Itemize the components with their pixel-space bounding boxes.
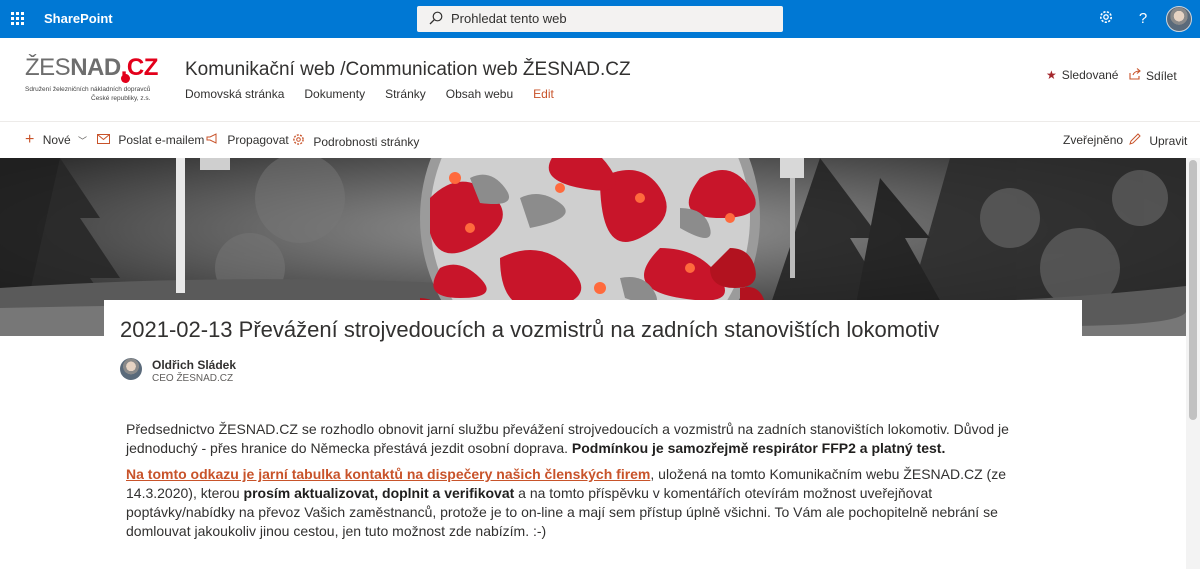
page-details-label: Podrobnosti stránky <box>313 135 420 149</box>
search-box[interactable]: Prohledat tento web <box>417 6 783 32</box>
search-icon <box>429 11 443 25</box>
published-status: Zveřejněno <box>1063 133 1124 147</box>
logo-text-a: ŽES <box>25 54 71 81</box>
nav-item-pages[interactable]: Stránky <box>385 87 426 101</box>
contacts-table-link[interactable]: Na tomto odkazu je jarní tabulka kontakt… <box>126 466 650 482</box>
edit-label: Upravit <box>1149 134 1188 148</box>
nav-edit-link[interactable]: Edit <box>533 87 554 101</box>
suite-bar: SharePoint Prohledat tento web ? <box>0 0 1200 38</box>
nav-item-home[interactable]: Domovská stránka <box>185 87 284 101</box>
follow-label: Sledované <box>1061 68 1119 82</box>
site-logo[interactable]: ŽESNAD.CZ Sdružení železničních nákladní… <box>25 54 175 109</box>
help-icon[interactable]: ? <box>1133 9 1153 29</box>
nav-item-documents[interactable]: Dokumenty <box>304 87 365 101</box>
new-button[interactable]: + Nové ﹀ <box>25 131 88 148</box>
page-details-button[interactable]: Podrobnosti stránky <box>292 133 419 149</box>
nav-item-site-contents[interactable]: Obsah webu <box>446 87 513 101</box>
sharepoint-brand[interactable]: SharePoint <box>44 11 113 26</box>
new-label: Nové <box>42 133 71 147</box>
send-email-button[interactable]: Poslat e-mailem <box>97 133 204 147</box>
logo-text-b: NAD <box>70 54 121 81</box>
gear-icon[interactable] <box>1096 9 1116 31</box>
send-email-label: Poslat e-mailem <box>118 133 205 147</box>
plus-icon: + <box>25 131 35 148</box>
settings-icon <box>292 134 308 149</box>
paragraph-1: Předsednictvo ŽESNAD.CZ se rozhodlo obno… <box>126 420 1026 458</box>
article-title: 2021-02-13 Převážení strojvedoucích a vo… <box>120 317 940 342</box>
share-button[interactable]: Sdílet <box>1129 68 1177 83</box>
app-launcher-icon[interactable] <box>11 12 25 26</box>
command-bar: + Nové ﹀ Poslat e-mailem Propagovat Podr… <box>0 122 1200 158</box>
site-header: ŽESNAD.CZ Sdružení železničních nákladní… <box>0 38 1200 122</box>
article-body: Předsednictvo ŽESNAD.CZ se rozhodlo obno… <box>126 420 1026 548</box>
share-icon <box>1129 68 1141 83</box>
author-name[interactable]: Oldřich Sládek <box>152 358 236 372</box>
logo-subtitle-2: České republiky, z.s. <box>91 95 151 102</box>
chevron-down-icon: ﹀ <box>78 136 88 146</box>
promote-label: Propagovat <box>227 133 289 147</box>
scrollbar-thumb[interactable] <box>1189 160 1197 420</box>
paragraph-2-bold: prosím aktualizovat, doplnit a verifikov… <box>243 485 515 501</box>
megaphone-icon <box>206 133 222 147</box>
logo-dot <box>121 74 130 83</box>
pencil-icon <box>1129 133 1144 148</box>
search-placeholder[interactable]: Prohledat tento web <box>451 11 567 26</box>
site-title[interactable]: Komunikační web /Communication web ŽESNA… <box>185 59 631 81</box>
user-avatar[interactable] <box>1166 6 1192 32</box>
paragraph-2: Na tomto odkazu je jarní tabulka kontakt… <box>126 465 1026 541</box>
author-avatar[interactable] <box>120 358 142 380</box>
title-card: 2021-02-13 Převážení strojvedoucích a vo… <box>104 300 1082 350</box>
star-icon: ★ <box>1046 68 1057 82</box>
promote-button[interactable]: Propagovat <box>206 133 289 147</box>
site-navigation: Domovská stránka Dokumenty Stránky Obsah… <box>185 87 574 101</box>
paragraph-1-bold: Podmínkou je samozřejmě respirátor FFP2 … <box>571 440 946 456</box>
mail-icon <box>97 133 113 147</box>
logo-subtitle-1: Sdružení železničních nákladních dopravc… <box>25 86 151 93</box>
follow-button[interactable]: ★ Sledované <box>1046 68 1118 82</box>
share-label: Sdílet <box>1146 69 1177 83</box>
edit-button[interactable]: Upravit <box>1129 133 1187 148</box>
author-role: CEO ŽESNAD.CZ <box>152 373 234 384</box>
